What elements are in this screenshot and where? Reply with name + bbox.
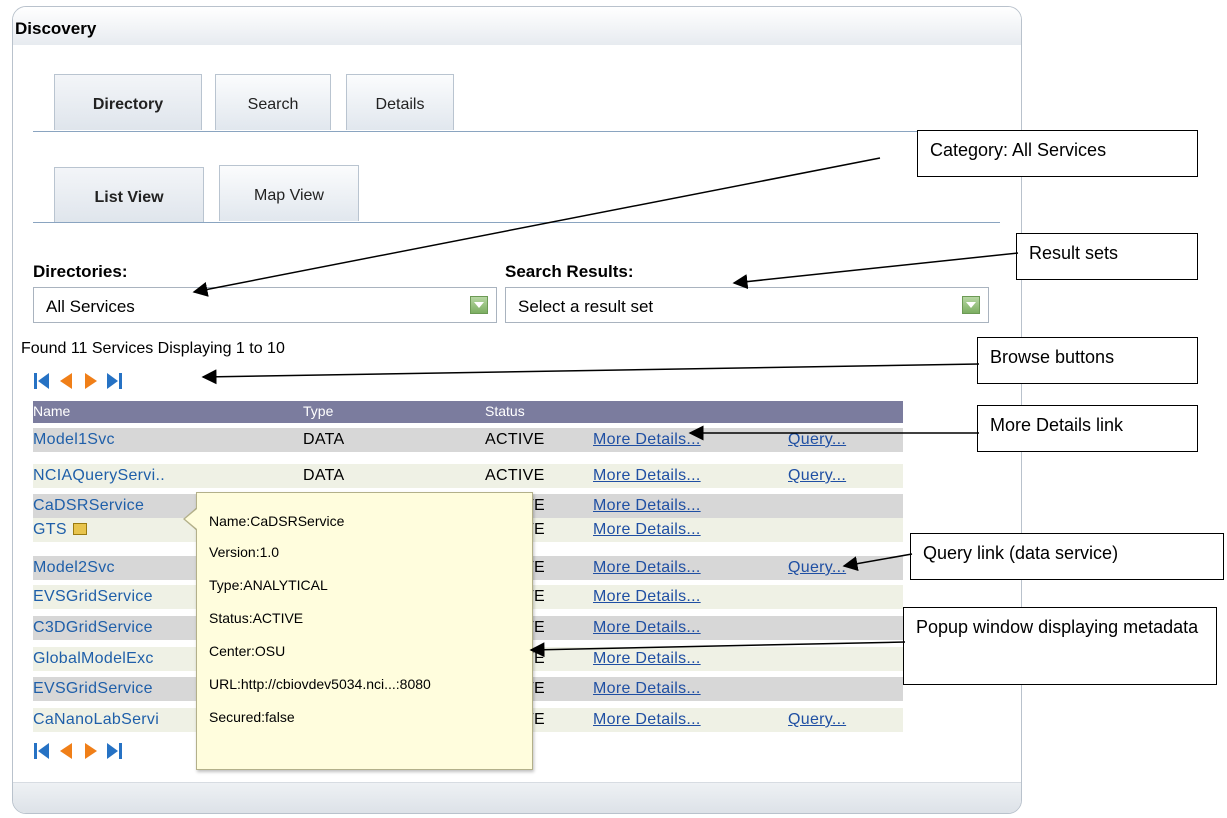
arrow-browse: [201, 363, 980, 385]
annotation-arrows: [192, 157, 1019, 658]
arrow-query: [842, 553, 913, 572]
arrow-popup: [529, 641, 906, 658]
arrow-category: [192, 157, 881, 297]
arrow-result-sets: [732, 252, 1019, 290]
